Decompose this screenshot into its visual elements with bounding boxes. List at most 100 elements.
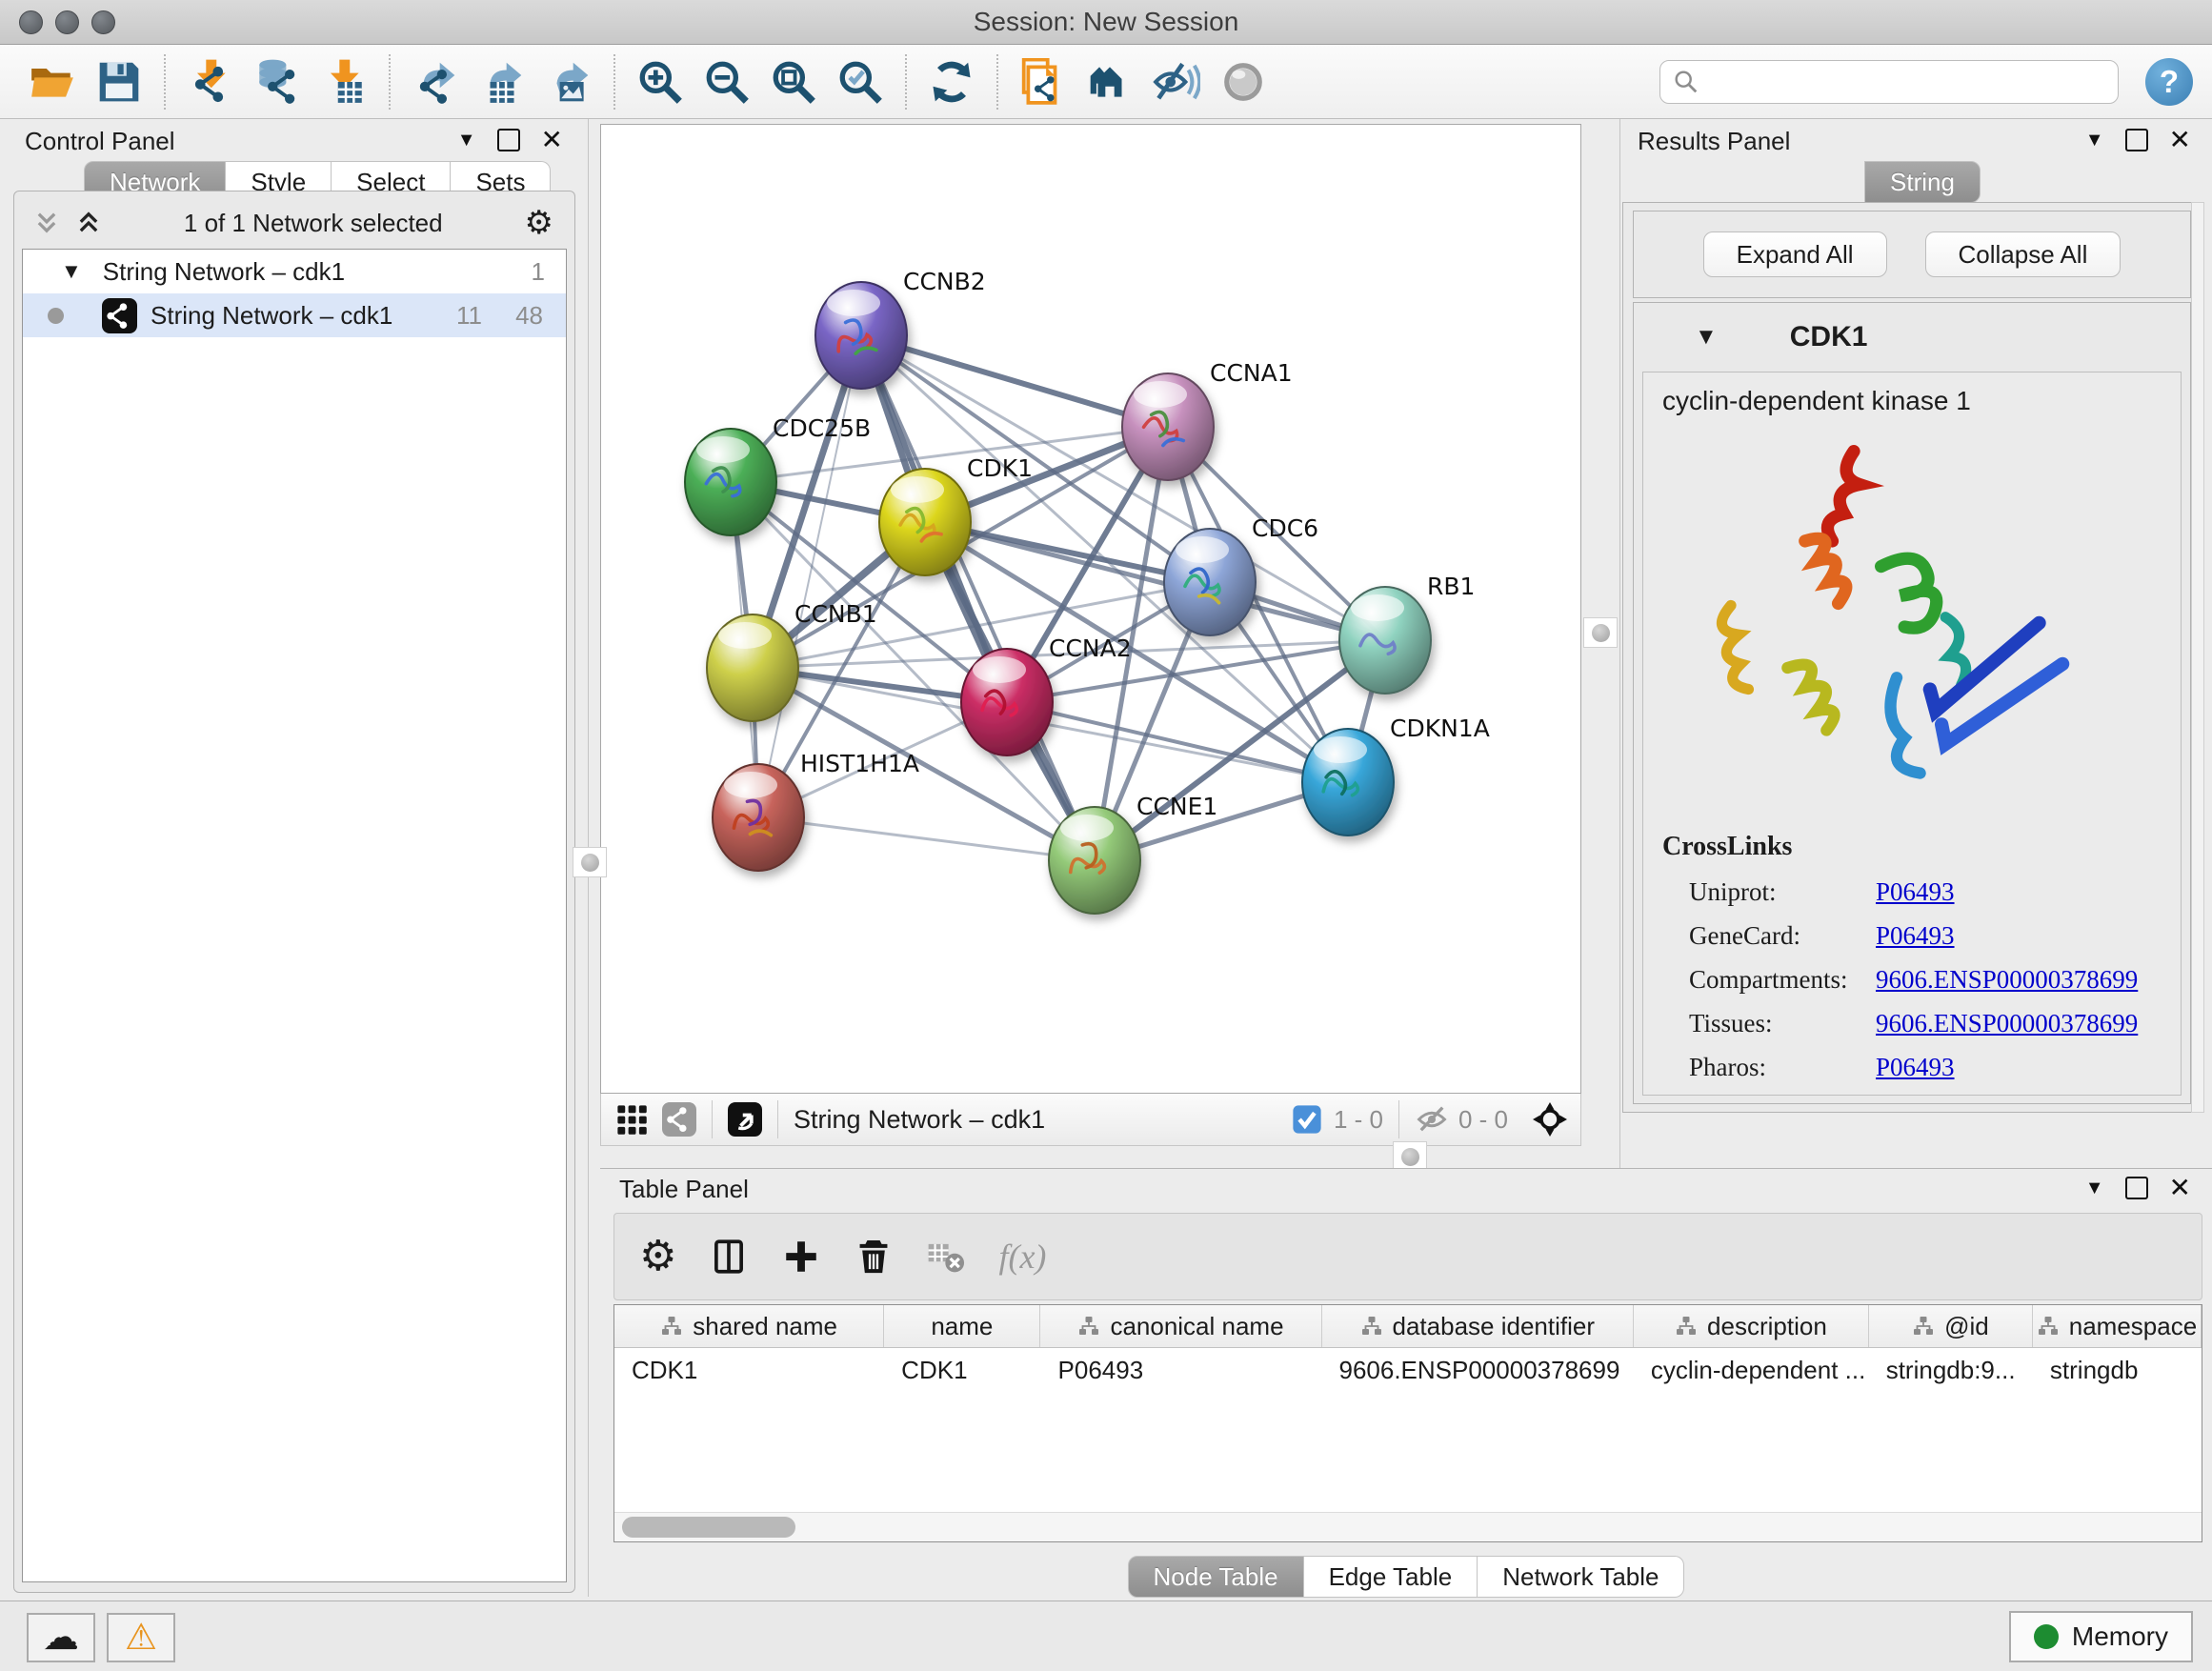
cloud-button[interactable]: ☁ <box>27 1613 95 1662</box>
crosslink-link[interactable]: P06493 <box>1876 921 1955 951</box>
crosslink-row: GeneCard:P06493 <box>1662 914 2181 957</box>
column-header-database-identifier[interactable]: database identifier <box>1322 1305 1634 1347</box>
export-network-button[interactable] <box>402 50 469 113</box>
import-network-database-button[interactable] <box>244 50 311 113</box>
table-cell[interactable]: cyclin-dependent ... <box>1634 1348 1869 1392</box>
results-panel-float-icon[interactable]: ▼ <box>2085 130 2104 151</box>
glass-ball-button[interactable] <box>1210 50 1277 113</box>
network-node-CDKN1A[interactable]: CDKN1A <box>1302 715 1490 836</box>
memory-button[interactable]: Memory <box>2009 1611 2193 1662</box>
gear-icon[interactable]: ⚙ <box>525 207 553 239</box>
crosslink-link[interactable]: 9606.ENSP00000378699 <box>1876 965 2138 995</box>
zoom-in-button[interactable] <box>627 50 694 113</box>
save-session-button[interactable] <box>86 50 152 113</box>
table-panel-close-icon[interactable]: ✕ <box>2169 1178 2191 1198</box>
search-box[interactable] <box>1659 60 2119 104</box>
expand-all-button[interactable]: Expand All <box>1703 232 1887 277</box>
network-canvas[interactable]: CCNB2 CCNA1 CDC25B CDK1 CDC6 RB1 CCNB1 C… <box>600 124 1581 1094</box>
crosslink-link[interactable]: P06493 <box>1876 1053 1955 1082</box>
table-row[interactable]: CDK1CDK1P064939606.ENSP00000378699cyclin… <box>614 1348 2202 1392</box>
table-hscrollbar[interactable] <box>614 1512 2202 1541</box>
network-node-CDK1[interactable]: CDK1 <box>879 454 1033 575</box>
network-view-icon[interactable] <box>662 1102 696 1137</box>
expand-all-icon[interactable] <box>75 210 102 236</box>
tab-string[interactable]: String <box>1864 161 1981 203</box>
crosslink-link[interactable]: 9606.ENSP00000378699 <box>1876 1009 2138 1038</box>
table-cell[interactable]: P06493 <box>1041 1348 1322 1392</box>
table-settings-gear-icon[interactable]: ⚙ <box>639 1236 676 1278</box>
export-table-button[interactable] <box>469 50 535 113</box>
crosslink-link[interactable]: P06493 <box>1876 877 1955 907</box>
network-graph[interactable]: CCNB2 CCNA1 CDC25B CDK1 CDC6 RB1 CCNB1 C… <box>601 125 1580 1093</box>
table-cell[interactable]: stringdb:9... <box>1869 1348 2033 1392</box>
network-node-RB1[interactable]: RB1 <box>1339 573 1475 694</box>
control-panel-close-icon[interactable]: ✕ <box>541 131 563 150</box>
warning-button[interactable]: ⚠ <box>107 1613 175 1662</box>
collection-expander-icon[interactable]: ▼ <box>61 259 82 284</box>
network-node-CCNA1[interactable]: CCNA1 <box>1122 359 1293 480</box>
crosslink-label: GeneCard: <box>1689 921 1876 951</box>
import-table-button[interactable] <box>311 50 377 113</box>
hidden-eye-icon[interactable] <box>1415 1102 1449 1137</box>
table-cell[interactable]: CDK1 <box>884 1348 1040 1392</box>
network-edge[interactable] <box>861 335 1168 427</box>
hide-labels-button[interactable] <box>1143 50 1210 113</box>
table-panel-maximize-icon[interactable] <box>2125 1177 2148 1199</box>
column-label: database identifier <box>1393 1312 1595 1341</box>
results-panel-maximize-icon[interactable] <box>2125 129 2148 151</box>
zoom-selected-button[interactable] <box>827 50 894 113</box>
help-button[interactable]: ? <box>2145 58 2193 106</box>
zoom-out-button[interactable] <box>694 50 760 113</box>
column-header-shared-name[interactable]: shared name <box>614 1305 884 1347</box>
delete-column-icon[interactable] <box>854 1237 894 1277</box>
hierarchy-icon <box>2037 1315 2060 1338</box>
table-cell[interactable]: CDK1 <box>614 1348 884 1392</box>
network-edge[interactable] <box>1007 702 1348 782</box>
selected-checkbox-icon[interactable] <box>1290 1102 1324 1137</box>
left-splitter-handle[interactable] <box>573 847 607 877</box>
column-header-canonical-name[interactable]: canonical name <box>1040 1305 1321 1347</box>
column-header-namespace[interactable]: namespace <box>2033 1305 2202 1347</box>
entry-expander-icon[interactable]: ▼ <box>1695 324 1718 351</box>
network-edge[interactable] <box>758 335 861 817</box>
add-column-icon[interactable] <box>781 1237 821 1277</box>
crosslink-label: Pharos: <box>1689 1053 1876 1082</box>
network-edge[interactable] <box>861 335 1095 860</box>
network-node-HIST1H1A[interactable]: HIST1H1A <box>713 750 919 871</box>
collapse-all-button[interactable]: Collapse All <box>1925 232 2122 277</box>
birdseye-icon[interactable] <box>1533 1102 1567 1137</box>
node-table[interactable]: shared namenamecanonical name database id… <box>613 1304 2202 1542</box>
show-columns-icon[interactable] <box>709 1237 749 1277</box>
column-header-description[interactable]: description <box>1634 1305 1869 1347</box>
results-panel-close-icon[interactable]: ✕ <box>2169 131 2191 150</box>
table-panel-title: Table Panel <box>619 1175 749 1203</box>
open-session-button[interactable] <box>19 50 86 113</box>
table-panel-float-icon[interactable]: ▼ <box>2085 1178 2104 1199</box>
tab-node-table[interactable]: Node Table <box>1128 1556 1304 1598</box>
network-row[interactable]: String Network – cdk1 11 48 <box>23 293 566 337</box>
network-node-CCNB1[interactable]: CCNB1 <box>707 600 877 721</box>
column-header-@id[interactable]: @id <box>1869 1305 2033 1347</box>
table-cell[interactable]: stringdb <box>2033 1348 2202 1392</box>
import-network-button[interactable] <box>177 50 244 113</box>
zoom-fit-button[interactable] <box>760 50 827 113</box>
results-scrollbar[interactable] <box>2191 202 2204 1113</box>
share-document-button[interactable] <box>1010 50 1076 113</box>
detach-view-icon[interactable] <box>728 1102 762 1137</box>
grid-view-icon[interactable] <box>614 1102 649 1137</box>
table-cell[interactable]: 9606.ENSP00000378699 <box>1321 1348 1633 1392</box>
memory-label: Memory <box>2072 1621 2168 1652</box>
refresh-view-button[interactable] <box>918 50 985 113</box>
right-splitter-handle[interactable] <box>1583 617 1618 648</box>
network-collection-row[interactable]: ▼ String Network – cdk1 1 <box>23 250 566 293</box>
collapse-all-icon[interactable] <box>33 210 60 236</box>
network-edge[interactable] <box>758 817 1095 860</box>
control-panel-float-icon[interactable]: ▼ <box>457 130 476 151</box>
tab-edge-table[interactable]: Edge Table <box>1304 1556 1478 1598</box>
export-image-button[interactable] <box>535 50 602 113</box>
column-header-name[interactable]: name <box>884 1305 1040 1347</box>
tab-network-table[interactable]: Network Table <box>1478 1556 1684 1598</box>
control-panel-maximize-icon[interactable] <box>497 129 520 151</box>
string-home-button[interactable] <box>1076 50 1143 113</box>
search-input[interactable] <box>1700 66 2106 97</box>
